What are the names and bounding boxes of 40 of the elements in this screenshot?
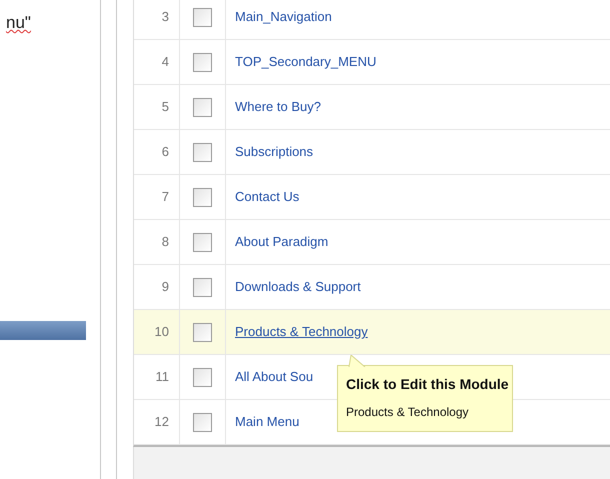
module-link[interactable]: Products & Technology	[235, 322, 368, 342]
checkbox[interactable]	[193, 52, 212, 72]
row-number: 7	[162, 188, 169, 206]
table-row[interactable]: 8 About Paradigm	[134, 220, 610, 265]
row-number: 10	[154, 323, 169, 342]
checkbox[interactable]	[193, 188, 212, 206]
row-number: 8	[162, 233, 169, 252]
label-text: nu"	[6, 12, 31, 34]
table-row[interactable]: 4 TOP_Secondary_MENU	[134, 40, 610, 85]
checkbox[interactable]	[193, 8, 212, 26]
table-row[interactable]: 5 Where to Buy?	[134, 85, 610, 130]
module-link[interactable]: About Paradigm	[235, 232, 328, 252]
row-number: 3	[162, 8, 169, 26]
module-link[interactable]: Subscriptions	[235, 142, 314, 162]
module-link[interactable]: Downloads & Support	[235, 277, 361, 297]
checkbox[interactable]	[193, 412, 212, 432]
tooltip-text: Products & Technology	[346, 404, 470, 421]
module-link[interactable]: Main_Navigation	[235, 7, 332, 27]
table-row[interactable]: 3 Main_Navigation	[134, 0, 610, 40]
row-number: 6	[162, 143, 169, 162]
table-row[interactable]: 6 Subscriptions	[134, 130, 610, 175]
module-link[interactable]: TOP_Secondary_MENU	[235, 52, 376, 72]
module-link[interactable]: Main Menu	[235, 412, 300, 432]
module-link[interactable]: Contact Us	[235, 187, 300, 207]
row-number: 5	[162, 98, 169, 116]
table-row[interactable]: 7 Contact Us	[134, 175, 610, 220]
row-number: 11	[156, 368, 169, 386]
row-number: 12	[154, 413, 169, 432]
module-link[interactable]: Where to Buy?	[235, 97, 321, 117]
checkbox[interactable]	[193, 368, 212, 386]
checkbox[interactable]	[193, 142, 212, 162]
checkbox[interactable]	[193, 98, 212, 116]
checkbox[interactable]	[193, 278, 212, 296]
row-number: 4	[162, 53, 169, 72]
checkbox[interactable]	[193, 322, 212, 342]
table-row[interactable]: 9 Downloads & Support	[134, 265, 610, 310]
row-number: 9	[162, 278, 169, 296]
table-row[interactable]: 10 Products & Technology	[134, 310, 610, 355]
module-link[interactable]: All About Sou	[235, 367, 314, 387]
checkbox[interactable]	[193, 232, 212, 252]
